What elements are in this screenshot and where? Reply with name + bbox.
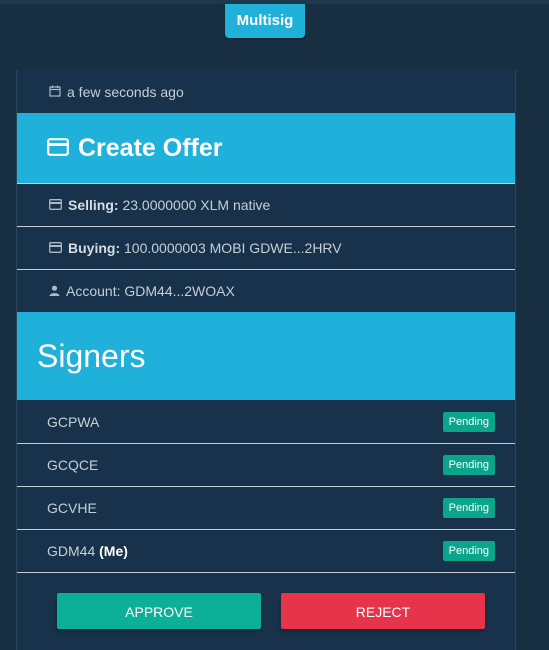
approve-button[interactable]: APPROVE [57,593,261,629]
credit-card-icon [49,197,62,213]
account-row: Account: GDM44...2WOAX [17,270,515,312]
credit-card-icon [49,240,62,256]
selling-value: 23.0000000 XLM native [122,197,271,213]
operation-title: Create Offer [78,133,223,162]
timestamp-text: a few seconds ago [67,83,184,100]
account-text: Account: GDM44...2WOAX [66,283,235,299]
calendar-icon [49,84,61,100]
signer-row: GCPWA Pending [17,401,515,444]
transaction-card: a few seconds ago Create Offer Selling: … [16,70,516,650]
multisig-tab[interactable]: Multisig [225,4,305,38]
user-icon [49,283,60,299]
signer-name: GCPWA [47,414,100,430]
selling-label: Selling: [68,197,119,213]
signers-header: Signers [17,312,515,400]
status-badge: Pending [442,412,495,432]
signer-name: GCQCE [47,457,99,473]
operation-header: Create Offer [17,113,515,184]
signer-name: GCVHE [47,500,97,516]
signer-row: GDM44 (Me) Pending [17,530,515,573]
credit-card-icon [47,134,69,163]
signer-name: GDM44 [47,543,96,559]
signer-row: GCQCE Pending [17,444,515,487]
signer-me-tag: (Me) [99,543,128,559]
buying-value: 100.0000003 MOBI GDWE...2HRV [124,240,342,256]
signers-title: Signers [37,337,146,374]
timestamp-row: a few seconds ago [17,70,515,113]
reject-button[interactable]: REJECT [281,593,485,629]
signer-row: GCVHE Pending [17,487,515,530]
status-badge: Pending [442,455,495,475]
selling-row: Selling: 23.0000000 XLM native [17,184,515,227]
status-badge: Pending [442,541,495,561]
buying-row: Buying: 100.0000003 MOBI GDWE...2HRV [17,227,515,270]
status-badge: Pending [442,498,495,518]
buying-label: Buying: [68,240,121,256]
